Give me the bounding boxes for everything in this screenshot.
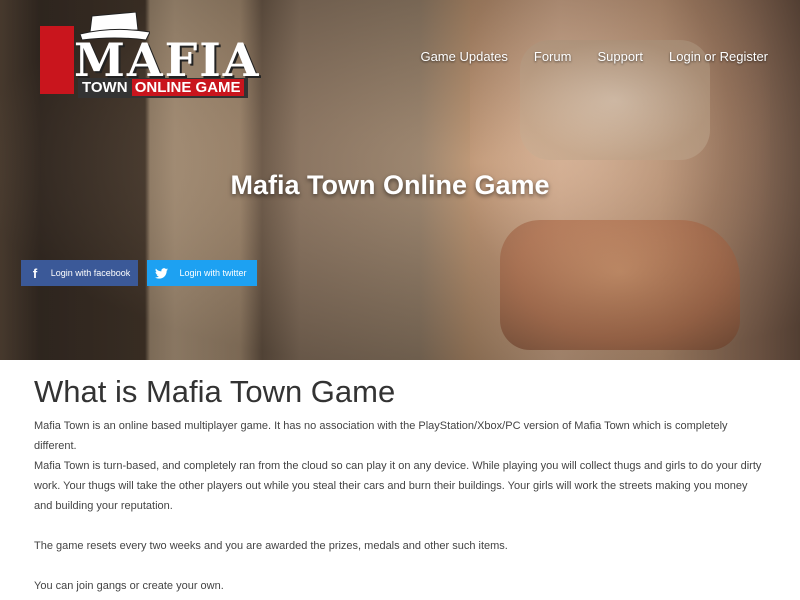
about-paragraph-2: Mafia Town is turn-based, and completely… bbox=[34, 460, 762, 512]
nav-forum[interactable]: Forum bbox=[534, 48, 572, 66]
about-paragraph-3: The game resets every two weeks and you … bbox=[34, 540, 508, 552]
about-paragraph-1: Mafia Town is an online based multiplaye… bbox=[34, 420, 728, 452]
logo-title: MAFIA bbox=[74, 33, 261, 87]
main-nav: Game Updates Forum Support Login or Regi… bbox=[394, 48, 768, 66]
hero-banner: MAFIA TOWN ONLINE GAME Game Updates Foru… bbox=[0, 0, 800, 360]
twitter-icon bbox=[147, 267, 175, 279]
nav-login-register[interactable]: Login or Register bbox=[669, 48, 768, 66]
nav-game-updates[interactable]: Game Updates bbox=[420, 48, 507, 66]
about-paragraph-4: You can join gangs or create your own. bbox=[34, 580, 224, 592]
hero-title: Mafia Town Online Game bbox=[230, 170, 550, 200]
about-section: What is Mafia Town Game Mafia Town is an… bbox=[0, 360, 800, 600]
twitter-login-label: Login with twitter bbox=[179, 268, 247, 278]
logo-subtitle-town: TOWN bbox=[82, 79, 132, 96]
nav-support[interactable]: Support bbox=[597, 48, 643, 66]
about-heading: What is Mafia Town Game bbox=[34, 374, 396, 409]
facebook-login-button[interactable]: f Login with facebook bbox=[21, 260, 138, 286]
twitter-login-button[interactable]: Login with twitter bbox=[147, 260, 257, 286]
facebook-login-label: Login with facebook bbox=[50, 268, 131, 278]
facebook-icon: f bbox=[32, 265, 38, 281]
site-logo[interactable]: MAFIA TOWN ONLINE GAME bbox=[40, 12, 258, 98]
logo-subtitle: TOWN ONLINE GAME bbox=[78, 78, 248, 98]
logo-red-block bbox=[40, 26, 74, 94]
logo-subtitle-online-game: ONLINE GAME bbox=[131, 79, 244, 96]
